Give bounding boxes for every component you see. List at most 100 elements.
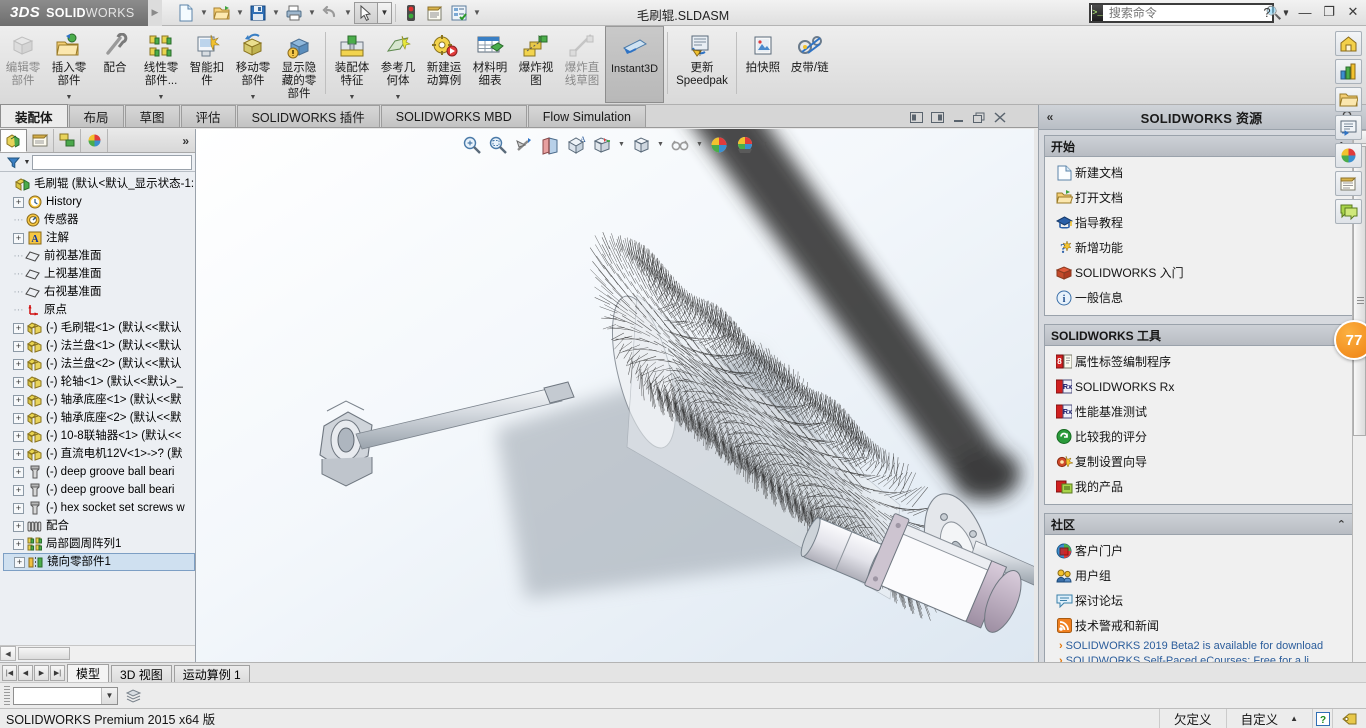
- task-pane-item[interactable]: 新建文档: [1045, 160, 1352, 185]
- ribbon-assembly-feature[interactable]: 装配体 特征 ▼: [329, 26, 375, 105]
- help-dropdown[interactable]: ▼: [1280, 2, 1292, 22]
- select-tool-dropdown[interactable]: ▼: [378, 1, 392, 24]
- tree-expand-icon[interactable]: +: [13, 466, 24, 478]
- save-dropdown[interactable]: ▼: [270, 2, 282, 24]
- scroll-left-arrow[interactable]: ◀: [0, 646, 16, 661]
- tree-expand-icon[interactable]: +: [13, 196, 24, 208]
- glasses-icon[interactable]: [668, 133, 692, 157]
- property-manager-tab[interactable]: [27, 129, 54, 152]
- feature-tree-item[interactable]: ⋯ 上视基准面: [3, 265, 195, 283]
- task-pane-item[interactable]: 探讨论坛: [1045, 588, 1352, 613]
- view-settings-2-dropdown[interactable]: ▼: [759, 133, 770, 157]
- display-pane[interactable]: [1334, 115, 1362, 140]
- feature-tree-item[interactable]: + (-) 轮轴<1> (默认<<默认>_: [3, 373, 195, 391]
- ribbon-dropdown-arrow[interactable]: ▼: [395, 94, 402, 101]
- open-document-dropdown[interactable]: ▼: [234, 2, 246, 24]
- view-chart[interactable]: [1334, 59, 1362, 84]
- task-pane-item[interactable]: Rx 性能基准测试: [1045, 399, 1352, 424]
- tree-expand-icon[interactable]: +: [14, 556, 25, 568]
- feature-tree-item[interactable]: ⋯ 原点: [3, 301, 195, 319]
- select-tool-button[interactable]: [354, 1, 378, 24]
- feature-tree-item[interactable]: + (-) hex socket set screws w: [3, 499, 195, 517]
- help-button[interactable]: ?: [1256, 2, 1278, 22]
- feature-tree-item[interactable]: + 镜向零部件1: [3, 553, 195, 571]
- ribbon-linear-pattern[interactable]: 线性零 部件... ▼: [138, 26, 184, 105]
- tree-expand-icon[interactable]: +: [13, 322, 24, 334]
- filter-dropdown[interactable]: ▼: [22, 159, 32, 166]
- tree-expand-icon[interactable]: +: [13, 340, 24, 352]
- task-pane-item[interactable]: i 一般信息: [1045, 285, 1352, 310]
- feature-tree-item[interactable]: + (-) 轴承底座<2> (默认<<默: [3, 409, 195, 427]
- task-pane-item[interactable]: 客户门户: [1045, 538, 1352, 563]
- ribbon-dropdown-arrow[interactable]: ▼: [250, 94, 257, 101]
- task-pane-item[interactable]: 用户组: [1045, 563, 1352, 588]
- ribbon-mate[interactable]: 配合: [92, 26, 138, 105]
- feature-tree-item[interactable]: + (-) 10-8联轴器<1> (默认<<: [3, 427, 195, 445]
- appearances[interactable]: [1334, 143, 1362, 168]
- task-pane-item[interactable]: Rx SOLIDWORKS Rx: [1045, 374, 1352, 399]
- comments[interactable]: [1334, 199, 1362, 224]
- feature-tree-horizontal-scrollbar[interactable]: ◀: [0, 645, 195, 661]
- task-pane-item[interactable]: 复制设置向导: [1045, 449, 1352, 474]
- feature-tree-item[interactable]: + 配合: [3, 517, 195, 535]
- ribbon-belt-chain[interactable]: 皮带/链: [786, 26, 834, 105]
- ribbon-snapshot[interactable]: 拍快照: [740, 26, 786, 105]
- feature-tree-item[interactable]: 毛刷辊 (默认<默认_显示状态-1:: [3, 175, 195, 193]
- tree-expand-icon[interactable]: +: [13, 358, 24, 370]
- undo-dropdown[interactable]: ▼: [342, 2, 354, 24]
- scene-sphere-icon[interactable]: [707, 133, 731, 157]
- ribbon-dropdown-arrow[interactable]: ▼: [349, 94, 356, 101]
- tree-expand-icon[interactable]: +: [13, 448, 24, 460]
- task-pane-item[interactable]: 8 属性标签编制程序: [1045, 349, 1352, 374]
- feature-tree-item[interactable]: + (-) 法兰盘<2> (默认<<默认: [3, 355, 195, 373]
- tree-expand-icon[interactable]: +: [13, 232, 24, 244]
- feature-tree[interactable]: 毛刷辊 (默认<默认_显示状态-1: + History ⋯ 传感器 + A 注解 ⋯ 前视基准面…: [0, 172, 195, 662]
- ribbon-smart-fastener[interactable]: 智能扣 件: [184, 26, 230, 105]
- feature-tree-item[interactable]: ⋯ 传感器: [3, 211, 195, 229]
- feature-tree-item[interactable]: + 局部圆周阵列1: [3, 535, 195, 553]
- close-button[interactable]: ✕: [1342, 2, 1364, 22]
- feature-tree-item[interactable]: ⋯ 右视基准面: [3, 283, 195, 301]
- task-pane-item[interactable]: 指导教程: [1045, 210, 1352, 235]
- previous-view-icon[interactable]: [512, 133, 536, 157]
- ribbon-show-hidden[interactable]: 显示隐 藏的零 部件: [276, 26, 322, 105]
- minimize-button[interactable]: —: [1294, 2, 1316, 22]
- display-manager-tab[interactable]: [81, 129, 108, 152]
- print-dropdown[interactable]: ▼: [306, 2, 318, 24]
- first-tab-button[interactable]: |◀: [2, 664, 17, 681]
- status-custom-arrow[interactable]: ▲: [1290, 714, 1298, 723]
- task-pane-section-header[interactable]: 开始⌃: [1045, 136, 1352, 157]
- tile-right-button[interactable]: [929, 110, 946, 125]
- feature-tree-item[interactable]: + (-) deep groove ball beari: [3, 481, 195, 499]
- tab-1[interactable]: 布局: [68, 105, 124, 127]
- feature-tree-item[interactable]: ⋯ 前视基准面: [3, 247, 195, 265]
- chevron-up-icon[interactable]: ⌃: [1337, 518, 1346, 531]
- notes[interactable]: [1334, 171, 1362, 196]
- feature-tree-item[interactable]: + (-) 直流电机12V<1>->? (默: [3, 445, 195, 463]
- tree-expand-icon[interactable]: +: [13, 484, 24, 496]
- print-button[interactable]: [282, 2, 306, 24]
- display-style-icon[interactable]: [590, 133, 614, 157]
- notification-badge[interactable]: 77: [1334, 320, 1366, 360]
- ribbon-new-motion-study[interactable]: 新建运 动算例: [421, 26, 467, 105]
- restore-button[interactable]: ❐: [1318, 2, 1340, 22]
- undo-button[interactable]: [318, 2, 342, 24]
- status-help-icon[interactable]: ?: [1312, 709, 1332, 728]
- zoom-area-icon[interactable]: [486, 133, 510, 157]
- tab-5[interactable]: SOLIDWORKS MBD: [380, 105, 527, 127]
- tile-left-button[interactable]: [908, 110, 925, 125]
- last-tab-button[interactable]: ▶|: [50, 664, 65, 681]
- status-custom-menu[interactable]: 自定义 ▲: [1225, 709, 1312, 728]
- ribbon-update-speedpak[interactable]: ! 更新 Speedpak: [671, 26, 733, 105]
- section-view-icon[interactable]: [538, 133, 562, 157]
- tab-0[interactable]: 装配体: [0, 104, 68, 127]
- options-button[interactable]: [447, 2, 471, 24]
- search-input[interactable]: [1102, 5, 1266, 21]
- feature-tree-item[interactable]: + (-) 轴承底座<1> (默认<<默: [3, 391, 195, 409]
- home-view[interactable]: [1334, 31, 1362, 56]
- ribbon-move-component[interactable]: 移动零 部件 ▼: [230, 26, 276, 105]
- tab-6[interactable]: Flow Simulation: [527, 105, 647, 127]
- ribbon-dropdown-arrow[interactable]: ▼: [66, 94, 73, 101]
- ribbon-dropdown-arrow[interactable]: ▼: [158, 94, 165, 101]
- tree-expand-icon[interactable]: +: [13, 502, 24, 514]
